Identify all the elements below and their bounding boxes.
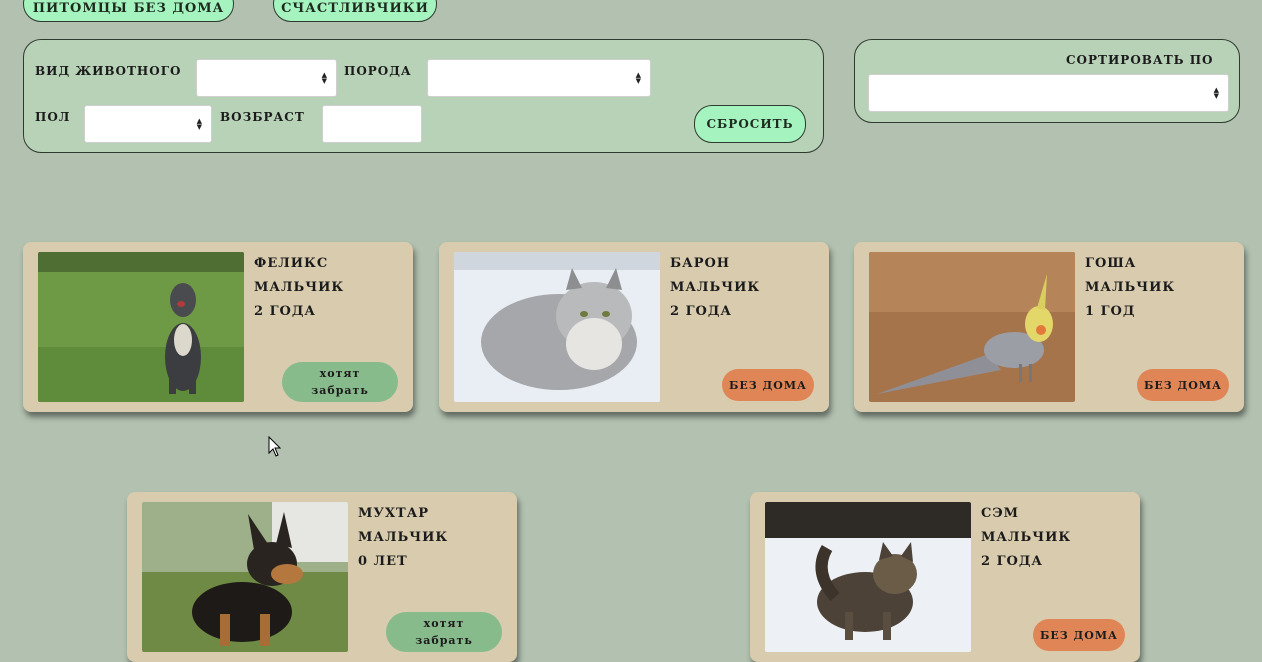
animal-type-label: вид животного [35,64,182,78]
pet-age: 0 лет [358,554,408,569]
status-badge[interactable]: хотят забрать [282,362,398,402]
age-input[interactable] [322,105,422,143]
status-badge[interactable]: хотят забрать [386,612,502,652]
pet-name: барон [670,256,731,271]
status-badge[interactable]: без дома [722,369,814,401]
gender-select[interactable]: ▲ ▼ [84,105,212,143]
select-arrows-icon: ▲ ▼ [196,117,202,131]
tab-homeless-pets[interactable]: питомцы без дома [23,0,234,22]
pet-gender: мальчик [670,280,761,295]
pet-name: феликс [254,256,329,271]
pet-card[interactable]: феликс мальчик 2 года хотят забрать [23,242,413,412]
age-label: возбраст [220,110,305,124]
select-arrows-icon: ▲ ▼ [321,71,327,85]
pet-age: 2 года [981,554,1044,569]
status-badge[interactable]: без дома [1033,619,1125,651]
filter-panel: вид животного ▲ ▼ порода ▲ ▼ пол ▲ ▼ возбра… [23,39,824,153]
pet-photo [142,502,348,652]
pet-gender: мальчик [254,280,345,295]
sort-select[interactable]: ▲ ▼ [868,74,1229,112]
pet-info: феликс мальчик 2 года [254,252,344,324]
pet-age: 1 год [1085,304,1136,319]
mouse-cursor-icon [268,435,282,462]
pet-photo [765,502,971,652]
animal-type-select[interactable]: ▲ ▼ [196,59,337,97]
pet-card[interactable]: барон мальчик 2 года без дома [439,242,829,412]
pet-age: 2 года [254,304,317,319]
pet-photo [869,252,1075,402]
gender-label: пол [35,110,71,124]
pet-info: гоша мальчик 1 год [1085,252,1175,324]
breed-label: порода [344,64,412,78]
pet-card[interactable]: мухтар мальчик 0 лет хотят забрать [127,492,517,662]
tab-lucky-pets[interactable]: счастливчики [273,0,437,22]
pet-photo [38,252,244,402]
pet-info: барон мальчик 2 года [670,252,760,324]
breed-select[interactable]: ▲ ▼ [427,59,651,97]
pet-name: сэм [981,506,1020,521]
status-badge[interactable]: без дома [1137,369,1229,401]
pet-info: сэм мальчик 2 года [981,502,1071,574]
select-arrows-icon: ▲ ▼ [1213,86,1219,100]
pet-gender: мальчик [981,530,1072,545]
pet-name: мухтар [358,506,430,521]
sort-label: сортировать по [1066,53,1214,67]
pet-info: мухтар мальчик 0 лет [358,502,448,574]
pet-name: гоша [1085,256,1137,271]
pet-age: 2 года [670,304,733,319]
pet-card[interactable]: гоша мальчик 1 год без дома [854,242,1244,412]
pet-gender: мальчик [1085,280,1176,295]
pet-card[interactable]: сэм мальчик 2 года без дома [750,492,1140,662]
pet-gender: мальчик [358,530,449,545]
select-arrows-icon: ▲ ▼ [635,71,641,85]
reset-button[interactable]: сбросить [694,105,806,143]
sort-panel: сортировать по ▲ ▼ [854,39,1240,123]
pet-photo [454,252,660,402]
